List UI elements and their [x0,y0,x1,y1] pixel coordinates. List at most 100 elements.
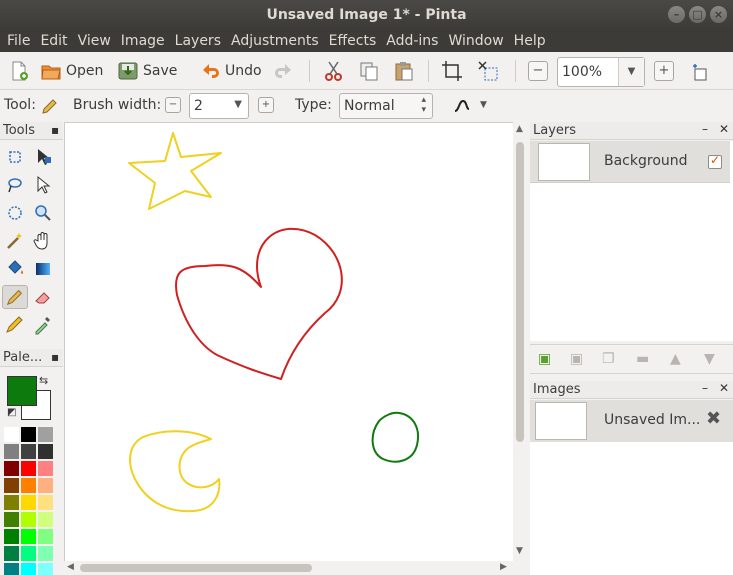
tool-paintbrush[interactable] [2,285,28,309]
undo-button[interactable]: Undo [199,58,262,84]
palette-color-swatch[interactable] [38,444,53,459]
scroll-down-icon[interactable]: ▼ [516,546,523,556]
palette-color-swatch[interactable] [4,529,19,544]
palette-color-swatch[interactable] [38,546,53,561]
palette-color-swatch[interactable] [21,529,36,544]
tool-lasso-select[interactable] [2,173,28,197]
tool-eraser[interactable] [30,285,56,309]
layer-visibility-checkbox[interactable]: ✓ [708,153,722,169]
palette-color-swatch[interactable] [21,495,36,510]
palette-color-swatch[interactable] [4,444,19,459]
chevron-down-icon[interactable]: ▼ [234,99,242,110]
merge-layer-icon[interactable]: ▬ [636,351,649,367]
chevron-down-icon[interactable]: ▼ [480,100,487,110]
vertical-scrollbar[interactable]: ▲ ▼ [513,122,527,562]
move-layer-up-icon[interactable]: ▲ [670,351,681,367]
tool-gradient[interactable] [30,257,56,281]
tool-pan[interactable] [30,229,56,253]
menu-layers[interactable]: Layers [170,30,226,52]
zoom-combo[interactable]: 100% ▼ [557,57,645,87]
palette-color-swatch[interactable] [4,563,19,575]
copy-button[interactable] [358,58,380,84]
move-layer-down-icon[interactable]: ▼ [704,351,715,367]
scroll-up-icon[interactable]: ▲ [516,124,523,134]
palette-color-swatch[interactable] [4,478,19,493]
image-row[interactable]: Unsaved Im... ✖ [530,400,733,442]
menu-edit[interactable]: Edit [35,30,72,52]
tool-move-selection[interactable] [30,173,56,197]
maximize-button[interactable]: □ [689,6,706,23]
tool-pencil[interactable] [2,313,28,337]
paste-button[interactable] [393,58,415,84]
palette-color-swatch[interactable] [38,495,53,510]
palette-color-swatch[interactable] [4,427,19,442]
palette-color-swatch[interactable] [21,478,36,493]
open-button[interactable]: Open [40,58,103,84]
palette-color-swatch[interactable] [21,546,36,561]
deselect-button[interactable] [477,58,499,84]
palette-color-swatch[interactable] [21,563,36,575]
palette-color-swatch[interactable] [38,461,53,476]
palette-color-swatch[interactable] [21,427,36,442]
palette-color-swatch[interactable] [4,461,19,476]
zoom-out-button[interactable]: − [528,61,548,81]
image-canvas[interactable] [64,122,514,562]
brush-width-combo[interactable]: 2 ▼ [189,93,249,119]
layer-row[interactable]: Background ✓ [530,141,730,183]
palette-color-swatch[interactable] [4,512,19,527]
brush-width-decrease-button[interactable]: − [165,97,181,113]
cut-button[interactable] [323,58,345,84]
palette-color-swatch[interactable] [38,563,53,575]
tool-magic-wand[interactable] [2,229,28,253]
chevron-down-icon[interactable]: ▼ [618,58,644,86]
image-resize-button[interactable] [690,60,712,86]
palette-color-swatch[interactable] [38,427,53,442]
menu-add-ins[interactable]: Add-ins [381,30,443,52]
close-icon[interactable]: ✕ [719,381,729,395]
menu-effects[interactable]: Effects [324,30,382,52]
palette-color-swatch[interactable] [4,546,19,561]
close-icon[interactable]: ✕ [719,122,729,136]
vertical-scroll-thumb[interactable] [516,142,524,442]
palette-color-swatch[interactable] [21,512,36,527]
add-layer-icon[interactable]: ▣ [538,351,551,367]
horizontal-scrollbar[interactable]: ◀ ▶ [64,561,514,575]
menu-view[interactable]: View [73,30,116,52]
tool-ellipse-select[interactable] [2,201,28,225]
minimize-button[interactable]: – [668,6,685,23]
reset-colors-icon[interactable]: ◩ [7,407,16,418]
tool-rectangle-select[interactable] [2,145,28,169]
delete-layer-icon[interactable]: ▣ [570,351,583,367]
scroll-right-icon[interactable]: ▶ [500,562,507,572]
palette-color-swatch[interactable] [4,495,19,510]
redo-button[interactable] [273,58,295,84]
antialiasing-icon[interactable] [452,96,472,116]
save-button[interactable]: Save [117,58,177,84]
type-select[interactable]: Normal ▴ ▾ [339,93,433,119]
palette-color-swatch[interactable] [38,512,53,527]
palette-color-swatch[interactable] [38,478,53,493]
crop-to-selection-button[interactable] [441,58,463,84]
tool-zoom[interactable] [30,201,56,225]
palette-color-swatch[interactable] [21,461,36,476]
close-window-button[interactable]: × [710,6,727,23]
palette-color-swatch[interactable] [21,444,36,459]
zoom-in-button[interactable]: + [654,61,674,81]
brush-width-increase-button[interactable]: + [258,97,274,113]
menu-image[interactable]: Image [116,30,170,52]
duplicate-layer-icon[interactable]: ❐ [602,351,615,367]
menu-window[interactable]: Window [443,30,508,52]
horizontal-scroll-thumb[interactable] [80,564,312,572]
menu-adjustments[interactable]: Adjustments [226,30,324,52]
tool-color-picker[interactable] [30,313,56,337]
new-button[interactable] [8,58,30,84]
scroll-left-icon[interactable]: ◀ [67,562,74,572]
menu-file[interactable]: File [2,30,35,52]
swap-colors-icon[interactable]: ⇆ [39,374,48,387]
palette-color-swatch[interactable] [38,529,53,544]
tool-move-selected[interactable] [30,145,56,169]
panel-dock-icon[interactable]: ▪ [51,123,59,137]
panel-minimize-icon[interactable]: – [702,122,708,136]
menu-help[interactable]: Help [509,30,551,52]
close-image-icon[interactable]: ✖ [706,408,721,429]
